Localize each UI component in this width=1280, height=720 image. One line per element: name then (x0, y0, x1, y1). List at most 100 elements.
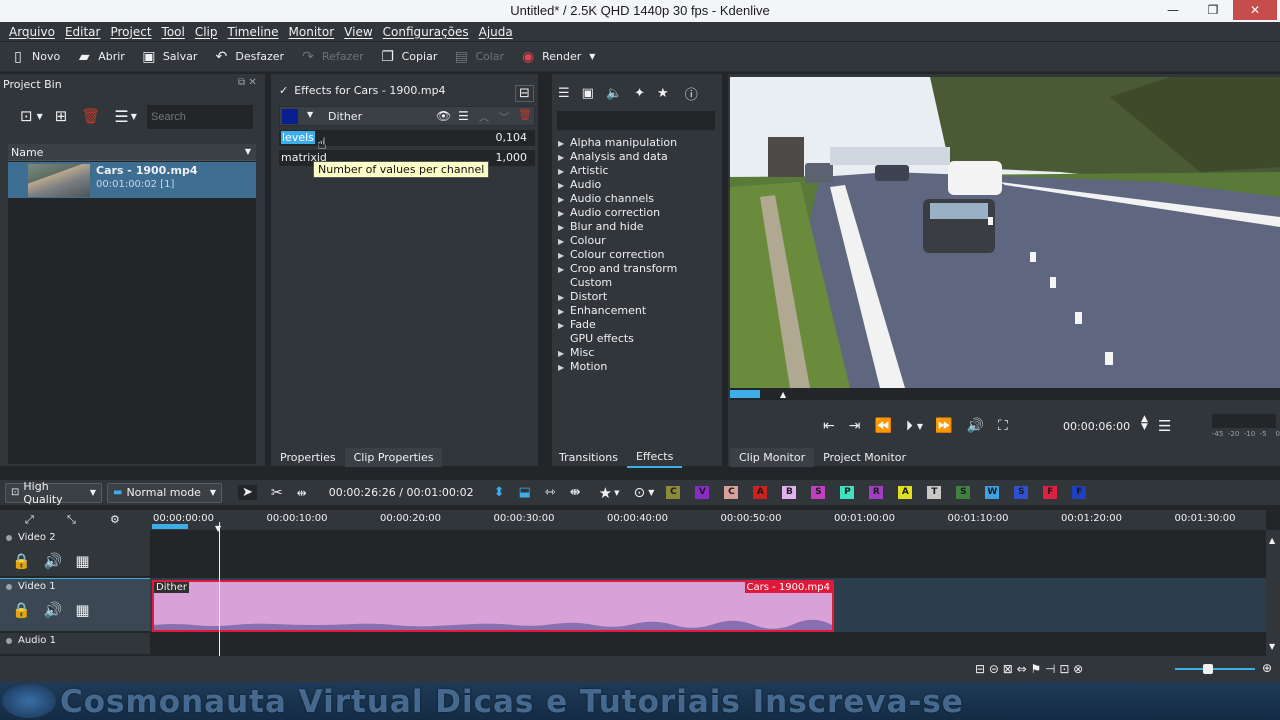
quick-effect-button[interactable]: T (927, 486, 942, 499)
menu-configuracoes[interactable]: Configurações (383, 25, 469, 39)
move-down-icon[interactable]: ﹀ (499, 109, 509, 124)
list-view-icon[interactable]: ☰ (558, 86, 570, 101)
delete-clip-icon[interactable]: 🗑 (81, 107, 100, 125)
menu-tool[interactable]: Tool (162, 25, 185, 39)
quick-effect-button[interactable]: A (753, 486, 768, 499)
effect-item-dither[interactable]: ▼ Dither 👁 ☰ ︿ ﹀ 🗑 (279, 106, 535, 126)
copy-button[interactable]: ❐ Copiar (380, 42, 437, 72)
tab-project-monitor[interactable]: Project Monitor (814, 448, 915, 467)
fit-zoom-icon[interactable]: ⤢ (25, 513, 34, 527)
forward-icon[interactable]: ⏩ (935, 418, 952, 434)
overwrite-icon[interactable]: ⬓ (519, 485, 531, 500)
track-controls-icons[interactable]: 🔒🔊▦ (12, 552, 103, 570)
bin-menu-icon[interactable]: ☰ (114, 107, 128, 126)
status-icons[interactable]: ⊟ ⊝ ⊠ ⇔ ⚑ ⊣ ⊡ ⊗ (975, 662, 1083, 676)
quick-effect-button[interactable]: F (1043, 486, 1058, 499)
track-header-audio-1[interactable]: Audio 1 (0, 633, 150, 655)
extract-icon[interactable]: ⇼ (570, 485, 581, 500)
sort-dropdown-icon[interactable]: ▼ (245, 147, 251, 156)
category-analysis-and-data[interactable]: ▶ Analysis and data (558, 150, 677, 164)
effects-search-input[interactable] (557, 111, 715, 130)
menu-clip[interactable]: Clip (195, 25, 218, 39)
timeline-playhead[interactable]: ▼ (215, 522, 221, 656)
quick-effect-button[interactable]: V (695, 486, 710, 499)
collapse-effect-icon[interactable]: ▼ (307, 110, 313, 119)
quick-effect-button[interactable]: S (1014, 486, 1029, 499)
quick-effect-button[interactable]: S (811, 486, 826, 499)
category-blur-and-hide[interactable]: ▶ Blur and hide (558, 220, 677, 234)
category-distort[interactable]: ▶ Distort (558, 290, 677, 304)
project-bin-search-input[interactable] (147, 105, 253, 129)
fullscreen-icon[interactable]: ⛶ (998, 418, 1008, 434)
panel-float-close-icons[interactable]: ⧉ ✕ (238, 77, 257, 88)
track-controls-icons[interactable]: 🔒🔊▦ (12, 601, 103, 619)
effect-menu-icon[interactable]: ☰ (458, 109, 469, 123)
save-button[interactable]: ▣ Salvar (141, 42, 197, 72)
bin-clip-item[interactable]: Cars - 1900.mp4 00:01:00:02 [1] (8, 162, 256, 198)
preview-quality-select[interactable]: ⊡ High Quality ▼ (5, 480, 102, 506)
monitor-timecode[interactable]: 00:00:06:00 (1063, 420, 1130, 433)
video-preview[interactable] (730, 77, 1280, 388)
menu-arquivo[interactable]: Arquivo (9, 25, 55, 39)
category-artistic[interactable]: ▶ Artistic (558, 164, 677, 178)
new-folder-icon[interactable]: ⊞ (55, 107, 68, 125)
favorite-effects-icon[interactable]: ★ (599, 484, 612, 502)
track-header-video-2[interactable]: Video 2 🔒🔊▦ (0, 530, 150, 577)
close-button[interactable]: ✕ (1233, 0, 1277, 20)
quick-effect-button[interactable]: B (782, 486, 797, 499)
category-gpu-effects[interactable]: GPU effects (558, 332, 677, 346)
audio-effects-icon[interactable]: 🔈 (606, 86, 622, 101)
maximize-button[interactable]: ❐ (1198, 0, 1228, 20)
quick-effect-button[interactable]: C (666, 486, 681, 499)
quick-effect-button[interactable]: R (869, 486, 884, 499)
menu-ajuda[interactable]: Ajuda (479, 25, 513, 39)
category-custom[interactable]: Custom (558, 276, 677, 290)
quick-effect-button[interactable]: W (985, 486, 1000, 499)
menu-project[interactable]: Project (110, 25, 151, 39)
play-icon[interactable]: ⏵ (906, 418, 913, 434)
razor-tool-icon[interactable]: ✂ (271, 485, 283, 501)
enable-effects-checkbox[interactable]: ✓ (279, 84, 288, 97)
quick-effect-button[interactable]: P (840, 486, 855, 499)
timeline-clip[interactable]: Dither Cars - 1900.mp4 (152, 580, 834, 632)
category-motion[interactable]: ▶ Motion (558, 360, 677, 374)
scroll-down-icon[interactable]: ▼ (1269, 642, 1275, 651)
menu-view[interactable]: View (344, 25, 372, 39)
zoom-in-icon[interactable]: ⊕ (1262, 661, 1272, 675)
quick-effect-button[interactable]: S (956, 486, 971, 499)
video-effects-icon[interactable]: ▣ (582, 86, 594, 101)
bin-menu-dropdown-icon[interactable]: ▼ (131, 112, 137, 121)
category-alpha-manipulation[interactable]: ▶ Alpha manipulation (558, 136, 677, 150)
set-zone-out-icon[interactable]: ⇥ (849, 418, 861, 434)
timecode-spin-icon[interactable]: ▲ ▼ (1141, 415, 1148, 432)
set-zone-in-icon[interactable]: ⇤ (823, 418, 835, 434)
custom-effects-icon[interactable]: ✦ (634, 86, 645, 101)
category-misc[interactable]: ▶ Misc (558, 346, 677, 360)
play-dropdown-icon[interactable]: ▼ (917, 422, 923, 431)
add-clip-dropdown-icon[interactable]: ▼ (37, 112, 43, 121)
param-levels-value[interactable]: 0,104 (496, 131, 528, 144)
spacer-tool-icon[interactable]: ⇹ (297, 486, 307, 500)
quick-effect-button[interactable]: C (724, 486, 739, 499)
move-up-icon[interactable]: ︿ (479, 109, 489, 124)
zoom-handle[interactable] (1203, 664, 1213, 674)
delete-effect-icon[interactable]: 🗑 (518, 108, 532, 121)
zoom-slider[interactable] (1175, 664, 1255, 674)
tab-effects[interactable]: Effects (626, 447, 683, 468)
playhead-marker-icon[interactable]: ▼ (215, 524, 221, 533)
undo-button[interactable]: ↶ Desfazer (213, 42, 285, 72)
quick-effect-button[interactable]: F (1072, 486, 1087, 499)
timeline-ruler[interactable]: 00:00:00:00 00:00:10:00 00:00:20:00 00:00:3… (150, 510, 1266, 530)
edit-mode-select[interactable]: ▬ Normal mode ▼ (107, 482, 222, 503)
column-header-name[interactable]: Name ▼ (8, 144, 256, 161)
tab-transitions[interactable]: Transitions (550, 448, 627, 467)
category-audio-channels[interactable]: ▶ Audio channels (558, 192, 677, 206)
record-dropdown-icon[interactable]: ▼ (648, 488, 654, 497)
selection-tool-icon[interactable]: ➤ (238, 485, 257, 500)
scroll-up-icon[interactable]: ▲ (1269, 536, 1275, 545)
render-button[interactable]: ◉ Render ▼ (520, 42, 595, 72)
track-settings-icon[interactable]: ⚙ (110, 513, 120, 526)
category-audio[interactable]: ▶ Audio (558, 178, 677, 192)
rewind-icon[interactable]: ⏪ (874, 418, 891, 434)
monitor-ruler[interactable]: ▲ (730, 388, 1280, 400)
